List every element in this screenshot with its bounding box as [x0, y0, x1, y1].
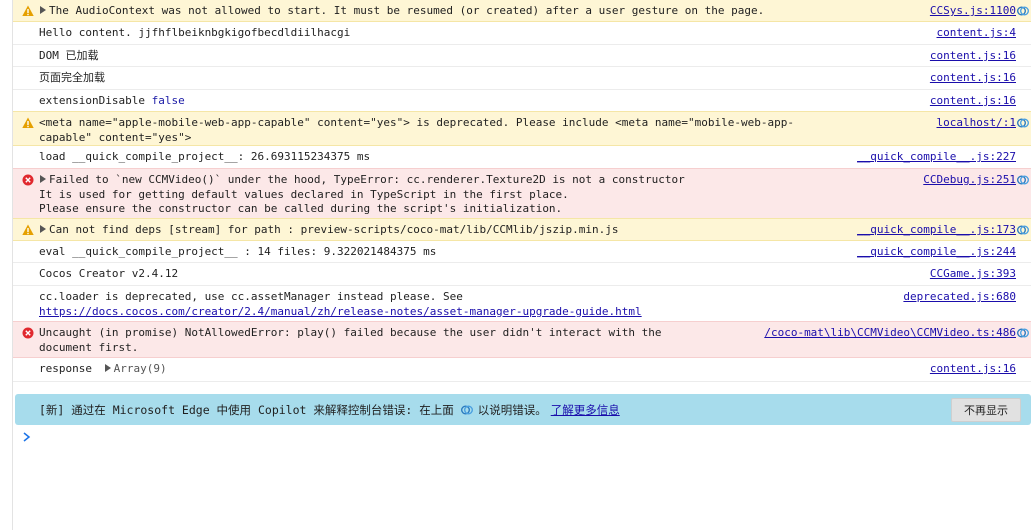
source-link[interactable]: content.js:16: [930, 362, 1016, 377]
console-row-warning[interactable]: <meta name="apple-mobile-web-app-capable…: [13, 111, 1031, 146]
console-message-text: Can not find deps [stream] for path : pr…: [49, 223, 619, 236]
source-link[interactable]: CCSys.js:1100: [930, 4, 1016, 19]
copilot-icon: [460, 405, 473, 414]
warning-icon: [22, 224, 34, 235]
console-row-log: response Array(9) content.js:16: [13, 358, 1031, 382]
console-messages: The AudioContext was not allowed to star…: [13, 0, 1031, 382]
source-link[interactable]: CCDebug.js:251: [923, 173, 1016, 188]
error-icon: [22, 327, 34, 339]
console-row-log: DOM 已加载 content.js:16: [13, 45, 1031, 67]
console-row-log: Cocos Creator v2.4.12 CCGame.js:393: [13, 263, 1031, 286]
source-link[interactable]: __quick_compile__.js:227: [857, 150, 1016, 165]
expand-triangle-icon[interactable]: [104, 364, 111, 372]
docs-link[interactable]: https://docs.cocos.com/creator/2.4/manua…: [39, 305, 642, 318]
console-row-error[interactable]: Uncaught (in promise) NotAllowedError: p…: [13, 321, 1031, 358]
array-preview[interactable]: Array(9): [114, 362, 167, 375]
copilot-icon[interactable]: [1016, 173, 1030, 187]
source-link[interactable]: deprecated.js:680: [903, 290, 1016, 305]
console-row-log: 页面完全加载 content.js:16: [13, 67, 1031, 90]
console-row-log: extensionDisable false content.js:16: [13, 90, 1031, 112]
dont-show-again-button[interactable]: 不再显示: [951, 397, 1021, 422]
source-link[interactable]: CCGame.js:393: [930, 267, 1016, 282]
console-prompt-chevron-icon[interactable]: [22, 430, 32, 444]
source-link[interactable]: __quick_compile__.js:173: [857, 223, 1016, 238]
console-row-log: load __quick_compile_project__: 26.69311…: [13, 146, 1031, 169]
console-row-warning[interactable]: The AudioContext was not allowed to star…: [13, 0, 1031, 22]
error-icon: [22, 174, 34, 186]
console-message-text: DOM 已加载: [39, 49, 99, 62]
console-row-log: cc.loader is deprecated, use cc.assetMan…: [13, 286, 1031, 322]
source-link[interactable]: /coco-mat\lib\CCMVideo\CCMVideo.ts:486: [764, 326, 1016, 341]
console-message-text: cc.loader is deprecated, use cc.assetMan…: [39, 290, 463, 303]
boolean-value: false: [151, 94, 185, 107]
expand-triangle-icon[interactable]: [40, 225, 46, 233]
console-message-text: Hello content. jjfhflbeiknbgkigofbecdldi…: [39, 26, 351, 39]
source-link[interactable]: content.js:16: [930, 71, 1016, 86]
console-message-text: load __quick_compile_project__: 26.69311…: [39, 150, 371, 163]
console-message-text: extensionDisable: [39, 94, 145, 107]
copilot-icon[interactable]: [1016, 326, 1030, 340]
console-message-text: Cocos Creator v2.4.12: [39, 267, 179, 280]
console-message-text: response: [39, 362, 92, 375]
learn-more-link[interactable]: 了解更多信息: [551, 402, 620, 418]
copilot-icon[interactable]: [1016, 223, 1030, 237]
console-message-text: 页面完全加载: [39, 71, 105, 84]
warning-icon: [22, 117, 34, 128]
expand-triangle-icon[interactable]: [40, 6, 46, 14]
console-row-log: Hello content. jjfhflbeiknbgkigofbecdldi…: [13, 22, 1031, 45]
console-message-text: eval __quick_compile_project__ : 14 file…: [39, 245, 437, 258]
source-link[interactable]: __quick_compile__.js:244: [857, 245, 1016, 260]
source-link[interactable]: content.js:16: [930, 49, 1016, 64]
console-message-text: The AudioContext was not allowed to star…: [49, 4, 765, 17]
copilot-banner: [新] 通过在 Microsoft Edge 中使用 Copilot 来解释控制…: [15, 394, 1031, 425]
console-message-text: Uncaught (in promise) NotAllowedError: p…: [39, 326, 669, 354]
copilot-icon[interactable]: [1016, 4, 1030, 18]
banner-text-after: 以说明错误。: [477, 402, 547, 417]
expand-triangle-icon[interactable]: [40, 175, 46, 183]
warning-icon: [22, 5, 34, 16]
copilot-icon[interactable]: [1016, 116, 1030, 130]
source-link[interactable]: content.js:16: [930, 94, 1016, 109]
banner-text: [新] 通过在 Microsoft Edge 中使用 Copilot 来解释控制…: [39, 402, 454, 417]
console-row-warning[interactable]: Can not find deps [stream] for path : pr…: [13, 218, 1031, 241]
console-row-error[interactable]: Failed to `new CCMVideo()` under the hoo…: [13, 168, 1031, 219]
source-link[interactable]: content.js:4: [937, 26, 1016, 41]
console-message-text: <meta name="apple-mobile-web-app-capable…: [39, 116, 794, 144]
source-link[interactable]: localhost/:1: [937, 116, 1016, 131]
console-message-text: Failed to `new CCMVideo()` under the hoo…: [39, 173, 685, 215]
console-row-log: eval __quick_compile_project__ : 14 file…: [13, 241, 1031, 263]
